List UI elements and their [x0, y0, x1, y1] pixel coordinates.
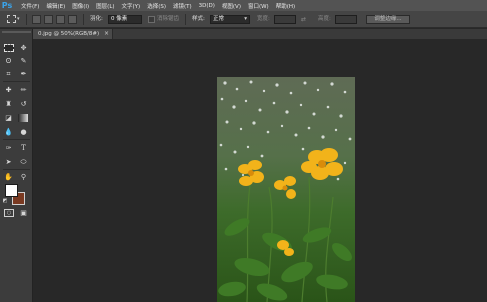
quick-mask-icon[interactable]: ○: [4, 209, 14, 217]
separator: [83, 14, 84, 25]
menu-3d[interactable]: 3D(D): [199, 3, 215, 9]
menu-type[interactable]: 文字(Y): [122, 2, 141, 10]
antialias-label: 消除锯齿: [157, 16, 180, 22]
chevron-down-icon[interactable]: ▾: [17, 15, 20, 24]
refine-edge-button[interactable]: 调整边缘...: [366, 15, 410, 24]
menu-file[interactable]: 文件(F): [21, 2, 39, 10]
menu-select[interactable]: 选择(S): [147, 2, 166, 10]
antialias-checkbox[interactable]: [148, 16, 155, 23]
swap-icon[interactable]: ⇄: [301, 15, 306, 24]
separator: [3, 169, 30, 170]
width-label: 宽度:: [257, 16, 270, 22]
menu-bar: Ps 文件(F) 编辑(E) 图像(I) 图层(L) 文字(Y) 选择(S) 滤…: [0, 0, 487, 11]
menu-filter[interactable]: 滤镜(T): [173, 2, 192, 10]
foreground-color-swatch[interactable]: [5, 184, 18, 197]
new-selection-icon[interactable]: [32, 15, 41, 24]
marquee-preset-icon[interactable]: [7, 15, 16, 23]
brush-tool-icon[interactable]: ✏: [18, 85, 29, 95]
menu-window[interactable]: 窗口(W): [248, 2, 269, 10]
menu-image[interactable]: 图像(I): [72, 2, 89, 10]
clone-stamp-tool-icon[interactable]: ♜: [3, 99, 14, 109]
path-selection-tool-icon[interactable]: ➤: [3, 157, 14, 167]
feather-label: 羽化:: [90, 16, 103, 22]
document-tab-title: 0.jpg @ 50%(RGB/8#): [38, 31, 100, 37]
menu-edit[interactable]: 编辑(E): [46, 2, 65, 10]
quick-selection-tool-icon[interactable]: ✎: [18, 56, 29, 66]
zoom-tool-icon[interactable]: ⚲: [18, 172, 29, 182]
height-label: 高度:: [318, 16, 331, 22]
chevron-down-icon: ▾: [244, 16, 247, 22]
move-tool-icon[interactable]: ✥: [18, 43, 29, 53]
style-select[interactable]: 正常 ▾: [210, 15, 250, 24]
type-tool-icon[interactable]: T: [18, 143, 29, 153]
height-input[interactable]: [335, 15, 357, 24]
blur-tool-icon[interactable]: 💧: [3, 127, 14, 137]
dodge-tool-icon[interactable]: ●: [18, 127, 29, 137]
options-bar: ▾ 羽化: 0 像素 消除锯齿 样式: 正常 ▾ 宽度: ⇄ 高度: 调整边缘.…: [0, 11, 487, 28]
width-input[interactable]: [274, 15, 296, 24]
eyedropper-tool-icon[interactable]: ✒: [18, 69, 29, 79]
rectangular-marquee-tool-icon[interactable]: [4, 44, 14, 52]
screen-mode-icon[interactable]: ▣: [18, 208, 29, 218]
document-image[interactable]: [217, 77, 355, 302]
flower-photo: [217, 77, 355, 302]
subtract-selection-icon[interactable]: [56, 15, 65, 24]
menu-layer[interactable]: 图层(L): [96, 2, 114, 10]
canvas-area[interactable]: [33, 39, 487, 302]
toolbox: ✥ ʘ ✎ ⌗ ✒ ✚ ✏ ♜ ↺ ◪ 💧 ● ✑ T ➤ ⬭ ✋ ⚲ ◩ ○ …: [0, 29, 33, 302]
default-colors-icon[interactable]: ◩: [2, 196, 8, 206]
style-label: 样式:: [192, 16, 205, 22]
style-select-value: 正常: [213, 16, 225, 22]
hand-tool-icon[interactable]: ✋: [3, 172, 14, 182]
menu-help[interactable]: 帮助(H): [276, 2, 295, 10]
pen-tool-icon[interactable]: ✑: [3, 143, 14, 153]
photoshop-logo: Ps: [1, 1, 13, 10]
separator: [3, 81, 30, 82]
separator: [26, 14, 27, 25]
history-brush-tool-icon[interactable]: ↺: [18, 99, 29, 109]
healing-brush-tool-icon[interactable]: ✚: [3, 85, 14, 95]
close-icon[interactable]: ×: [104, 29, 109, 39]
toolbox-grip[interactable]: [2, 31, 31, 33]
separator: [3, 139, 30, 140]
add-selection-icon[interactable]: [44, 15, 53, 24]
intersect-selection-icon[interactable]: [68, 15, 77, 24]
ellipse-tool-icon[interactable]: ⬭: [18, 157, 29, 167]
feather-input[interactable]: 0 像素: [108, 15, 142, 24]
eraser-tool-icon[interactable]: ◪: [3, 113, 14, 123]
document-tab[interactable]: 0.jpg @ 50%(RGB/8#) ×: [33, 29, 113, 39]
gradient-tool-icon[interactable]: [18, 114, 28, 122]
menu-view[interactable]: 视图(V): [222, 2, 241, 10]
document-tab-bar: 0.jpg @ 50%(RGB/8#) ×: [33, 29, 487, 39]
separator: [185, 14, 186, 25]
crop-tool-icon[interactable]: ⌗: [3, 69, 14, 79]
lasso-tool-icon[interactable]: ʘ: [3, 56, 14, 66]
